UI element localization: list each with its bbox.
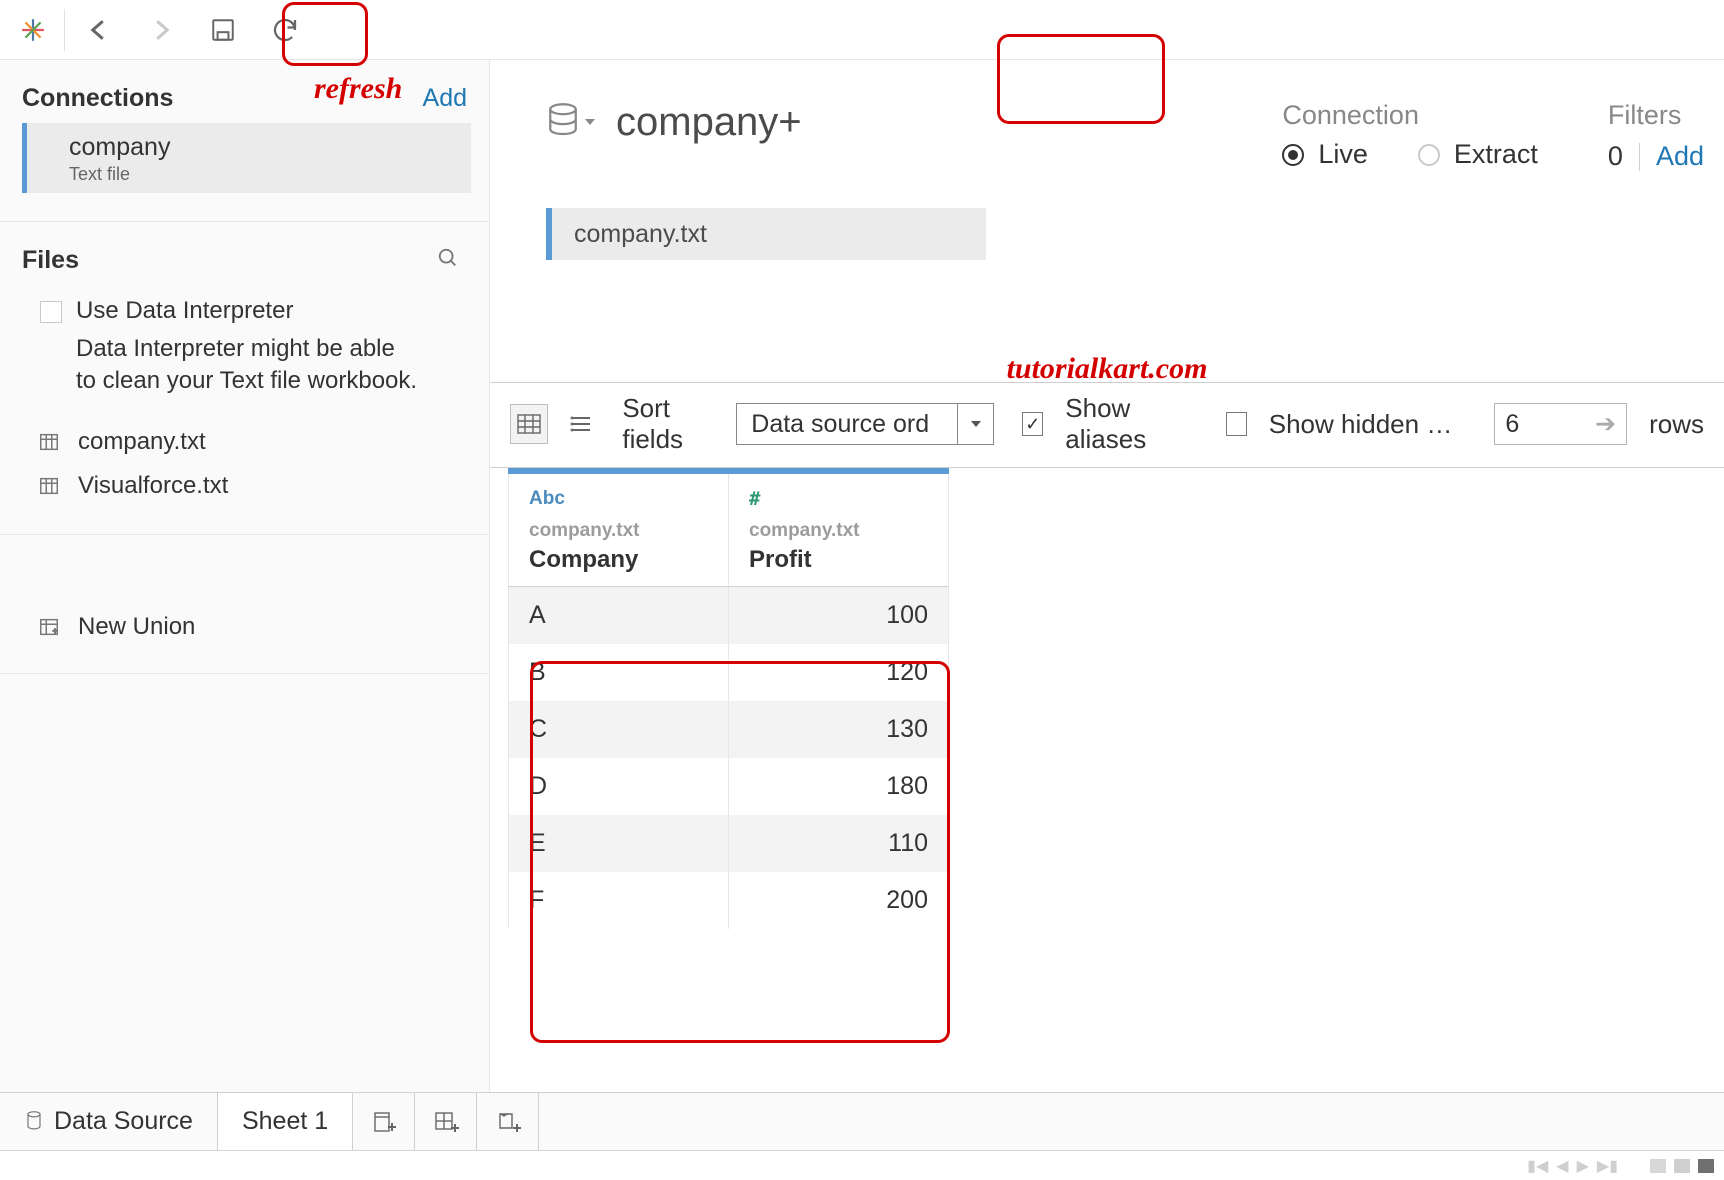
nav-next-icon[interactable]: ▶ — [1577, 1156, 1589, 1176]
add-connection-link[interactable]: Add — [423, 84, 467, 113]
nav-prev-icon[interactable]: ◀ — [1556, 1156, 1568, 1176]
new-story-button[interactable] — [477, 1093, 539, 1150]
new-union-label: New Union — [78, 613, 195, 641]
separator — [64, 9, 65, 51]
table-row[interactable]: E110 — [509, 815, 949, 872]
nav-last-icon[interactable]: ▶▮ — [1597, 1156, 1618, 1176]
add-filter-link[interactable]: Add — [1656, 141, 1704, 172]
table-row[interactable]: B120 — [509, 644, 949, 701]
sidebar: Connections Add company Text file Files … — [0, 60, 490, 1180]
file-item[interactable]: company.txt — [36, 420, 469, 464]
datasource-title[interactable]: company+ — [616, 100, 802, 145]
search-icon[interactable] — [437, 247, 459, 274]
nav-first-icon[interactable]: ▮◀ — [1527, 1156, 1548, 1176]
status-bar: ▮◀ ◀ ▶ ▶▮ — [0, 1150, 1724, 1180]
chevron-down-icon — [957, 404, 993, 444]
table-row[interactable]: A100 — [509, 587, 949, 645]
svg-text:+: + — [53, 626, 58, 635]
new-dashboard-button[interactable] — [415, 1093, 477, 1150]
show-hidden-label: Show hidden fiel... — [1269, 409, 1453, 440]
new-union-button[interactable]: + New Union — [0, 605, 489, 659]
watermark: tutorialkart.com — [1007, 352, 1208, 386]
refresh-button[interactable] — [257, 6, 313, 54]
filters-label: Filters — [1608, 100, 1704, 131]
extract-radio[interactable]: Extract — [1418, 139, 1538, 170]
table-row[interactable]: C130 — [509, 701, 949, 758]
data-interpreter-checkbox[interactable] — [40, 301, 62, 323]
live-radio[interactable]: Live — [1282, 139, 1368, 170]
bottom-tabs: Data Source Sheet 1 — [0, 1092, 1724, 1150]
files-heading: Files — [22, 246, 79, 275]
back-button[interactable] — [71, 6, 127, 54]
save-button[interactable] — [195, 6, 251, 54]
data-grid: Abccompany.txtCompany#company.txtProfit … — [490, 468, 1724, 929]
show-aliases-label: Show aliases — [1065, 393, 1197, 455]
show-hidden-checkbox[interactable] — [1226, 412, 1247, 436]
show-sheets-icon[interactable] — [1698, 1159, 1714, 1173]
column-header[interactable]: #company.txtProfit — [729, 471, 949, 587]
file-item[interactable]: Visualforce.txt — [36, 464, 469, 508]
data-interpreter-hint: Data Interpreter might be able to clean … — [0, 325, 489, 398]
join-canvas[interactable]: company.txt tutorialkart.com — [490, 172, 1724, 382]
connection-label: Connection — [1282, 100, 1538, 131]
tableau-logo-icon — [18, 15, 48, 45]
connection-item[interactable]: company Text file — [22, 123, 471, 193]
tab-data-source[interactable]: Data Source — [0, 1093, 218, 1150]
connection-name: company — [69, 133, 455, 162]
arrow-right-icon: ➔ — [1595, 409, 1616, 439]
table-row[interactable]: D180 — [509, 758, 949, 815]
new-worksheet-button[interactable] — [353, 1093, 415, 1150]
forward-button[interactable] — [133, 6, 189, 54]
sort-fields-dropdown[interactable]: Data source ord — [736, 403, 994, 445]
show-filmstrip-icon[interactable] — [1674, 1159, 1690, 1173]
radio-unselected-icon — [1418, 144, 1440, 166]
sort-fields-label: Sort fields — [622, 393, 722, 455]
connections-heading: Connections — [22, 84, 173, 113]
workspace: company+ Connection Live Extract — [490, 60, 1724, 1180]
connection-type: Text file — [69, 164, 455, 185]
filters-group: Filters 0 Add — [1608, 100, 1704, 172]
grid-view-button[interactable] — [510, 404, 548, 444]
table-row[interactable]: F200 — [509, 872, 949, 929]
rows-input[interactable]: 6 ➔ — [1494, 403, 1627, 445]
top-toolbar — [0, 0, 1724, 60]
tab-sheet-1[interactable]: Sheet 1 — [218, 1093, 353, 1150]
show-aliases-checkbox[interactable] — [1022, 412, 1043, 436]
table-pill[interactable]: company.txt — [546, 208, 986, 260]
rows-label: rows — [1649, 409, 1704, 440]
database-icon[interactable] — [546, 102, 596, 142]
data-interpreter-label: Use Data Interpreter — [76, 297, 293, 325]
column-header[interactable]: Abccompany.txtCompany — [509, 471, 729, 587]
filters-count: 0 — [1608, 141, 1623, 172]
connection-mode-group: Connection Live Extract — [1282, 100, 1538, 170]
radio-selected-icon — [1282, 144, 1304, 166]
grid-toolbar: Sort fields Data source ord Show aliases… — [490, 382, 1724, 468]
metadata-view-button[interactable] — [562, 404, 600, 444]
show-tabs-icon[interactable] — [1650, 1159, 1666, 1173]
